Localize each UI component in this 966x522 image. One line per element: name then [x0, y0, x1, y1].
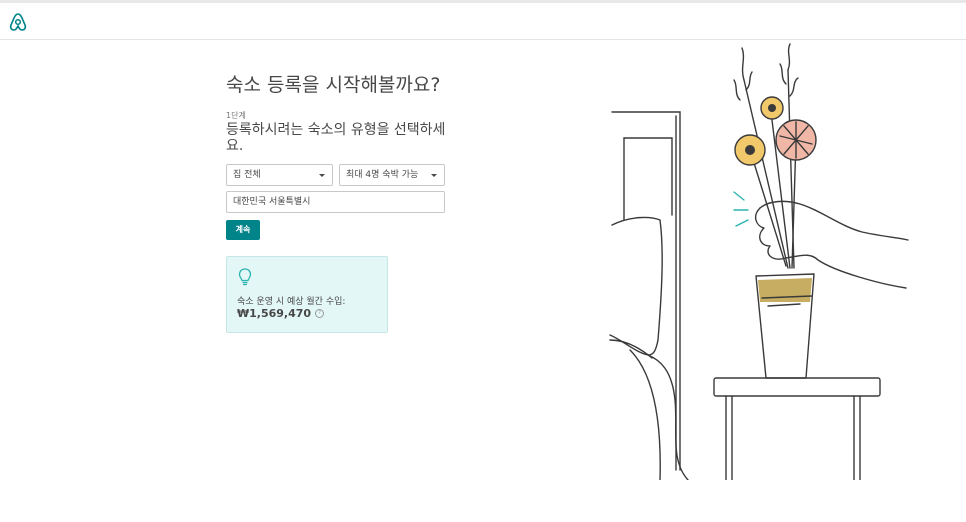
- airbnb-logo-icon[interactable]: [9, 12, 27, 32]
- earnings-estimate-card: 숙소 운영 시 예상 월간 수입: ₩1,569,470 ?: [226, 256, 388, 333]
- estimate-value-row: ₩1,569,470 ?: [237, 307, 325, 320]
- estimate-label: 숙소 운영 시 예상 월간 수입:: [237, 297, 346, 307]
- page-title: 숙소 등록을 시작해볼까요?: [226, 74, 441, 96]
- lightbulb-icon: [237, 267, 253, 287]
- guests-value: 최대 4명 숙박 가능: [346, 170, 419, 180]
- guests-select[interactable]: 최대 4명 숙박 가능: [339, 164, 445, 186]
- continue-button[interactable]: 계속: [226, 220, 260, 240]
- chevron-down-icon: [431, 174, 437, 177]
- flowers-illustration: [600, 40, 920, 481]
- property-type-value: 집 전체: [233, 170, 261, 180]
- property-type-select[interactable]: 집 전체: [226, 164, 333, 186]
- chevron-down-icon: [319, 174, 325, 177]
- step-heading: 등록하시려는 숙소의 유형을 선택하세요.: [226, 122, 446, 154]
- step-label: 1단계: [226, 111, 246, 120]
- info-icon[interactable]: ?: [315, 309, 325, 318]
- location-input[interactable]: 대한민국 서울특별시: [226, 191, 445, 213]
- header: [0, 3, 966, 40]
- estimate-value: ₩1,569,470: [237, 307, 312, 320]
